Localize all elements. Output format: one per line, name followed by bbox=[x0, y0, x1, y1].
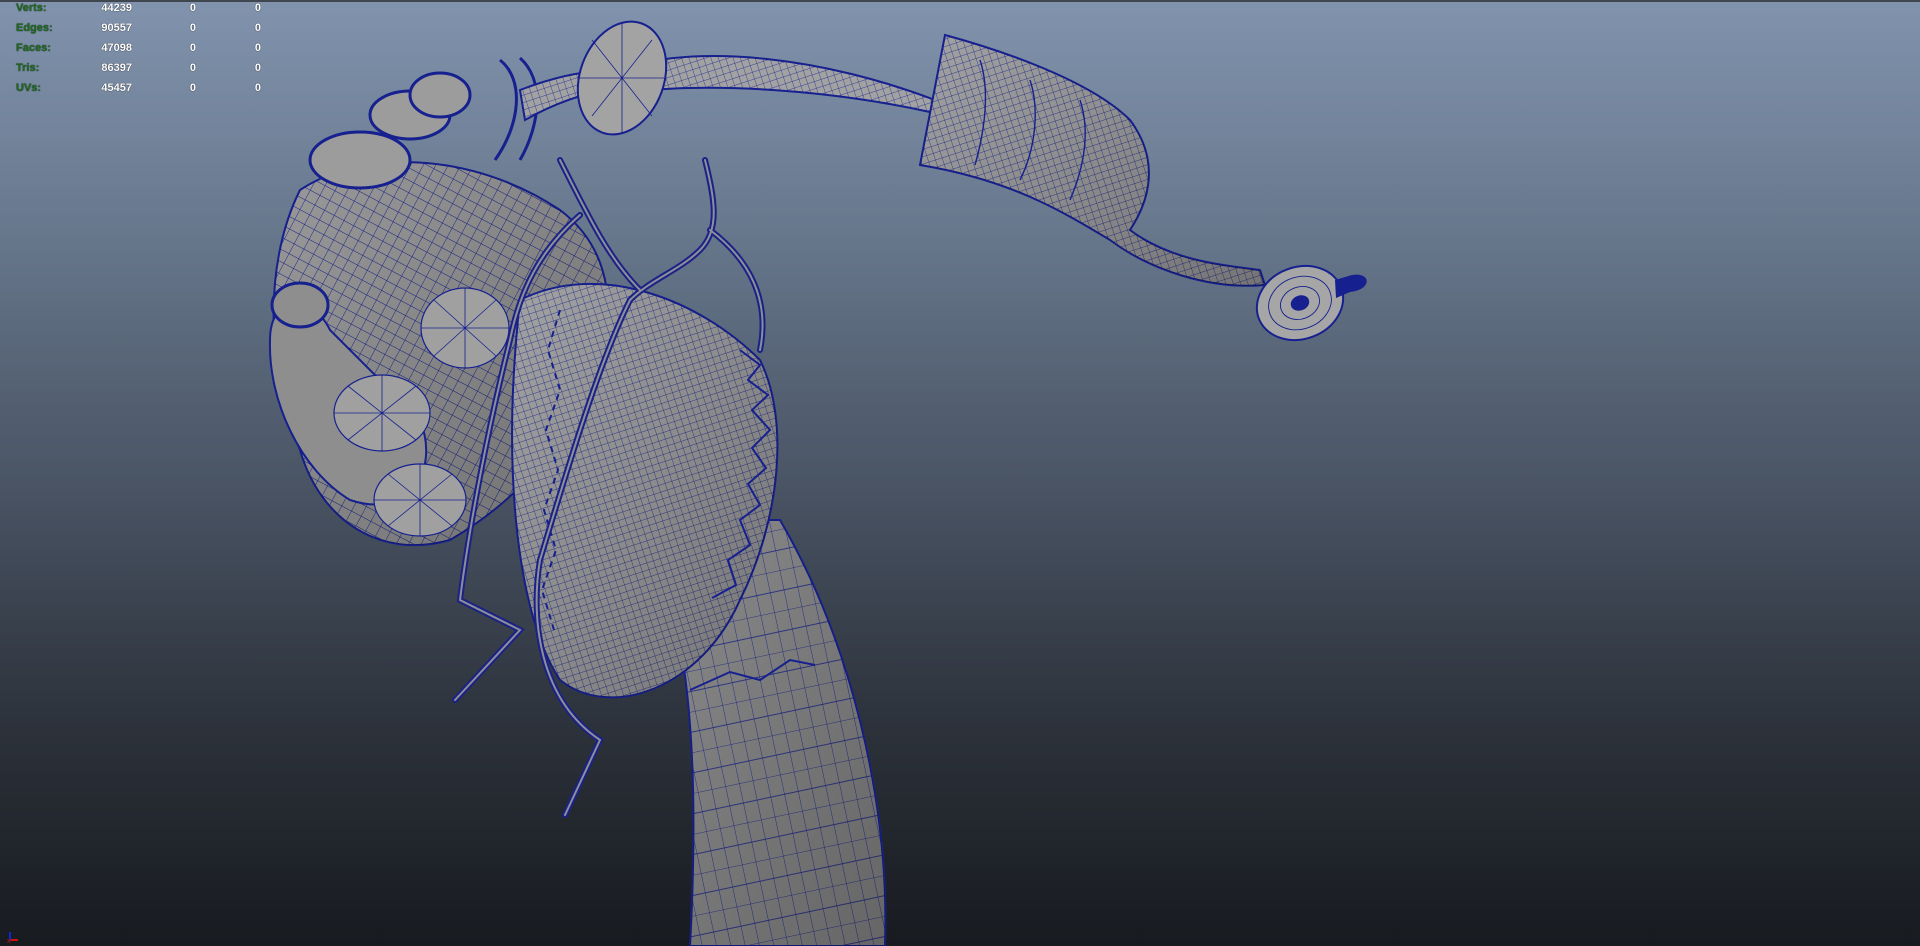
hud-value: 0 bbox=[254, 22, 261, 34]
model-bulb bbox=[1255, 264, 1367, 342]
hud-value: 0 bbox=[189, 42, 196, 54]
hud-value: 0 bbox=[254, 62, 261, 74]
hud-value: 0 bbox=[189, 82, 196, 94]
hud-value: 45457 bbox=[101, 82, 132, 94]
hud-value: 44239 bbox=[101, 2, 132, 14]
hud-label: UVs: bbox=[16, 82, 42, 94]
model-mesh[interactable] bbox=[0, 0, 1920, 946]
hud-label: Faces: bbox=[16, 42, 51, 54]
poly-count-hud: Verts: 44239 0 0 Edges: 90557 0 0 Faces:… bbox=[0, 0, 300, 100]
hud-row-uvs: UVs: 45457 0 0 bbox=[0, 82, 300, 102]
hud-value: 0 bbox=[189, 62, 196, 74]
hud-row-faces: Faces: 47098 0 0 bbox=[0, 42, 300, 62]
hud-row-tris: Tris: 86397 0 0 bbox=[0, 62, 300, 82]
hud-value: 47098 bbox=[101, 42, 132, 54]
hud-value: 0 bbox=[254, 2, 261, 14]
hud-row-verts: Verts: 44239 0 0 bbox=[0, 2, 300, 22]
hud-value: 90557 bbox=[101, 22, 132, 34]
hud-value: 0 bbox=[254, 82, 261, 94]
hud-label: Tris: bbox=[16, 62, 40, 74]
hud-label: Verts: bbox=[16, 2, 47, 14]
axis-gizmo-icon: x bbox=[7, 932, 18, 944]
svg-text:x: x bbox=[7, 938, 11, 944]
hud-value: 0 bbox=[189, 22, 196, 34]
hud-value: 0 bbox=[189, 2, 196, 14]
hud-label: Edges: bbox=[16, 22, 53, 34]
model-neck bbox=[518, 20, 937, 136]
3d-viewport[interactable]: Verts: 44239 0 0 Edges: 90557 0 0 Faces:… bbox=[0, 0, 1920, 946]
model-ribbon bbox=[918, 33, 1267, 287]
hud-row-edges: Edges: 90557 0 0 bbox=[0, 22, 300, 42]
hud-value: 0 bbox=[254, 42, 261, 54]
hud-value: 86397 bbox=[101, 62, 132, 74]
